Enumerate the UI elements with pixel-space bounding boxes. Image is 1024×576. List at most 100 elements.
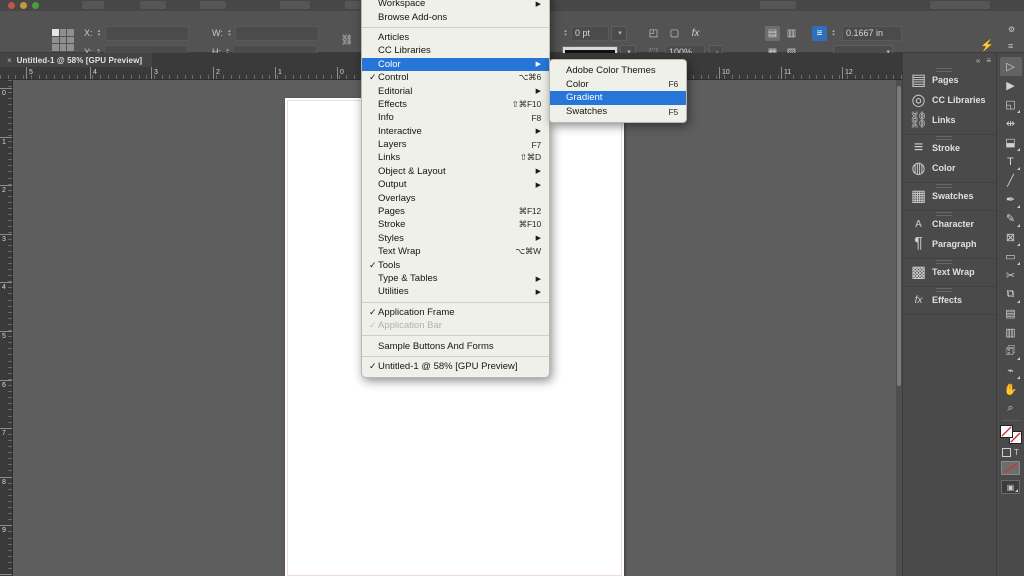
menu-item-info[interactable]: Info F8 [362, 111, 549, 124]
constrain-wh-icon[interactable]: ⛓ [340, 33, 354, 47]
minimize-window-button[interactable] [20, 2, 27, 9]
fill-swatch[interactable] [999, 425, 1013, 438]
apply-none-button[interactable] [1001, 461, 1020, 475]
menu-item-control[interactable]: ✓ Control ⌥⌘6 [362, 71, 549, 84]
effects-fx-button[interactable]: fx [688, 26, 703, 41]
pencil-tool[interactable]: ✎ [1000, 209, 1022, 228]
x-stepper[interactable]: ▴ ▾ [96, 27, 103, 39]
menu-item-stroke[interactable]: Stroke ⌘F10 [362, 218, 549, 231]
dock-item-character[interactable]: A Character [903, 214, 996, 234]
eyedropper-tool[interactable]: ⌁ [1000, 361, 1022, 380]
menu-item-browse-add-ons[interactable]: Browse Add-ons [362, 10, 549, 23]
stroke-weight-field[interactable]: 0 pt [571, 25, 609, 41]
dock-item-cc-libraries[interactable]: ◎ CC Libraries [903, 90, 996, 110]
collapse-dock-icon[interactable]: « [976, 56, 980, 65]
menu-item-application-frame[interactable]: ✓ Application Frame [362, 306, 549, 319]
maximize-window-button[interactable] [32, 2, 39, 9]
close-window-button[interactable] [8, 2, 15, 9]
page-tool[interactable]: ◱ [1000, 95, 1022, 114]
menu-item-articles[interactable]: Articles [362, 31, 549, 44]
corner-options-button[interactable]: ◰ [646, 26, 661, 41]
app-bar-workspace-control[interactable] [760, 1, 796, 9]
align-center-v-button[interactable]: ▥ [784, 26, 799, 41]
content-collector-tool[interactable]: ⬓ [1000, 133, 1022, 152]
menu-item-untitled-1-58-gpu-preview[interactable]: ✓ Untitled-1 @ 58% [GPU Preview] [362, 360, 549, 373]
stroke-weight-stepper[interactable]: ▴ ▾ [562, 27, 569, 39]
quick-apply-icon[interactable]: ⚡ [980, 39, 994, 52]
x-field[interactable] [104, 25, 189, 41]
fill-stroke-proxy[interactable] [999, 425, 1022, 445]
menu-item-layers[interactable]: Layers F7 [362, 138, 549, 151]
formatting-affects-text-icon[interactable]: T [1014, 448, 1019, 457]
dock-item-effects[interactable]: fx Effects [903, 290, 996, 310]
w-stepper[interactable]: ▴ ▾ [226, 27, 233, 39]
pen-tool[interactable]: ✒ [1000, 190, 1022, 209]
control-panel-settings-icon[interactable]: ⚙ [1008, 25, 1015, 34]
dock-item-color[interactable]: ◍ Color [903, 158, 996, 178]
app-bar-icon-c[interactable] [200, 1, 226, 9]
frame-tool[interactable]: ⊠ [1000, 228, 1022, 247]
line-tool[interactable]: ╱ [1000, 171, 1022, 190]
window-menu[interactable]: Workspace ▶ Browse Add-ons Articles CC Libra… [361, 0, 550, 379]
document-tab[interactable]: × Untitled-1 @ 58% [GPU Preview] [0, 53, 152, 67]
vertical-scroll-thumb[interactable] [897, 86, 901, 386]
menu-item-text-wrap[interactable]: Text Wrap ⌥⌘W [362, 245, 549, 258]
app-bar-icon-b[interactable] [140, 1, 166, 9]
dock-item-swatches[interactable]: ▦ Swatches [903, 186, 996, 206]
vertical-ruler[interactable]: 01234567891 0 [0, 80, 13, 576]
app-bar-zoom-control[interactable] [280, 1, 310, 9]
gap-tool[interactable]: ⇹ [1000, 114, 1022, 133]
menu-item-effects[interactable]: Effects ⇧⌘F10 [362, 98, 549, 111]
direct-selection-tool[interactable]: ▶ [1000, 76, 1022, 95]
gap-field[interactable]: 0.1667 in [842, 25, 902, 41]
columns-button[interactable]: ≡ [812, 25, 827, 41]
submenu-item-gradient[interactable]: Gradient [550, 91, 686, 105]
scissors-tool[interactable]: ✂ [1000, 266, 1022, 285]
corner-shape-button[interactable]: ▢ [667, 26, 682, 41]
app-bar-icon-a[interactable] [82, 1, 104, 9]
menu-item-interactive[interactable]: Interactive ▶ [362, 125, 549, 138]
app-bar-search[interactable] [930, 1, 990, 9]
formatting-affects-container-icon[interactable] [1002, 448, 1012, 457]
traffic-lights[interactable] [8, 2, 39, 9]
menu-item-sample-buttons-and-forms[interactable]: Sample Buttons And Forms [362, 339, 549, 352]
menu-item-output[interactable]: Output ▶ [362, 178, 549, 191]
reference-point-proxy[interactable] [52, 29, 74, 51]
selection-tool[interactable]: ▷ [999, 57, 1022, 76]
color-submenu[interactable]: Adobe Color Themes Color F6 Gradient Swatche… [549, 59, 687, 124]
dock-item-stroke[interactable]: ≡ Stroke [903, 138, 996, 158]
menu-item-color[interactable]: Color ▶ [362, 57, 549, 71]
menu-item-workspace[interactable]: Workspace ▶ [362, 0, 549, 10]
menu-item-styles[interactable]: Styles ▶ [362, 232, 549, 245]
dock-item-paragraph[interactable]: ¶ Paragraph [903, 234, 996, 254]
menu-item-cc-libraries[interactable]: CC Libraries [362, 44, 549, 57]
free-transform-tool[interactable]: ⧉ [1000, 285, 1022, 304]
note-tool[interactable]: 🗊 [1000, 342, 1022, 361]
dock-menu-icon[interactable]: ≡ [986, 56, 991, 65]
control-panel-menu-icon[interactable]: ≡ [1008, 41, 1013, 51]
zoom-tool[interactable]: ⌕ [1000, 399, 1022, 418]
hand-tool[interactable]: ✋ [1000, 380, 1022, 399]
menu-item-overlays[interactable]: Overlays [362, 191, 549, 204]
dock-item-text-wrap[interactable]: ▩ Text Wrap [903, 262, 996, 282]
menu-item-utilities[interactable]: Utilities ▶ [362, 285, 549, 298]
submenu-item-adobe-color-themes[interactable]: Adobe Color Themes [550, 64, 686, 78]
gradient-swatch-tool[interactable]: ▤ [1000, 304, 1022, 323]
menu-item-tools[interactable]: ✓ Tools [362, 258, 549, 271]
menu-item-pages[interactable]: Pages ⌘F12 [362, 205, 549, 218]
rectangle-tool[interactable]: ▭ [1000, 247, 1022, 266]
menu-item-object-layout[interactable]: Object & Layout ▶ [362, 165, 549, 178]
menu-item-type-tables[interactable]: Type & Tables ▶ [362, 272, 549, 285]
dock-item-pages[interactable]: ▤ Pages [903, 70, 996, 90]
dock-item-links[interactable]: ⛓ Links [903, 110, 996, 130]
close-document-icon[interactable]: × [7, 56, 12, 65]
submenu-item-swatches[interactable]: Swatches F5 [550, 105, 686, 119]
gradient-feather-tool[interactable]: ▥ [1000, 323, 1022, 342]
type-tool[interactable]: T [1000, 152, 1022, 171]
menu-item-editorial[interactable]: Editorial ▶ [362, 84, 549, 97]
w-field[interactable] [234, 25, 319, 41]
submenu-item-color[interactable]: Color F6 [550, 78, 686, 92]
stroke-weight-dropdown[interactable]: ▾ [611, 25, 627, 41]
gap-stepper[interactable]: ▴ ▾ [830, 27, 837, 39]
screen-mode-button[interactable]: ▣ [1001, 480, 1020, 494]
